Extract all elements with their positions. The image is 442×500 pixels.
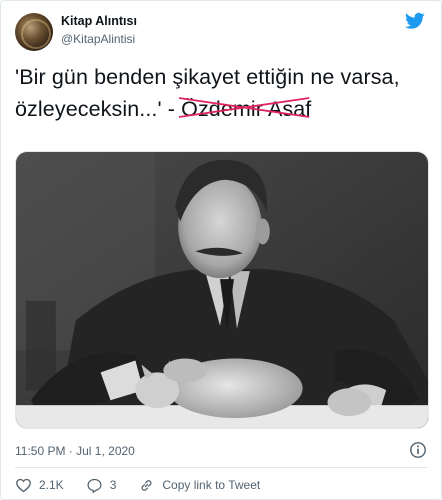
photo-man-with-cat [16, 152, 428, 428]
like-count: 2.1K [39, 478, 64, 492]
twitter-bird-icon[interactable] [405, 12, 425, 30]
tweet-card: Kitap Alıntısı @KitapAlintisi 'Bir gün b… [0, 0, 442, 500]
info-icon[interactable] [409, 441, 427, 459]
author-handle[interactable]: @KitapAlintisi [61, 32, 135, 46]
heart-icon [16, 478, 31, 492]
avatar[interactable] [15, 13, 53, 51]
red-strikethrough-icon [179, 97, 310, 118]
copy-link-button[interactable]: Copy link to Tweet [138, 477, 260, 494]
copy-link-label: Copy link to Tweet [162, 478, 261, 492]
link-icon [141, 479, 152, 491]
reply-count: 3 [109, 478, 117, 492]
author-display-name[interactable]: Kitap Alıntısı [61, 14, 137, 28]
tweet-actions: 2.1K 3 Copy link to Tweet [15, 475, 282, 495]
speech-bubble-icon [87, 478, 102, 493]
reply-button[interactable]: 3 [86, 477, 117, 494]
quote-author-struck: Özdemir Asaf [179, 93, 311, 125]
like-button[interactable]: 2.1K [15, 477, 64, 494]
divider [15, 467, 427, 468]
tweet-photo[interactable] [15, 151, 429, 429]
tweet-text: 'Bir gün benden şikayet ettiğin ne varsa… [15, 61, 431, 125]
tweet-timestamp[interactable]: 11:50 PM · Jul 1, 2020 [15, 444, 135, 458]
